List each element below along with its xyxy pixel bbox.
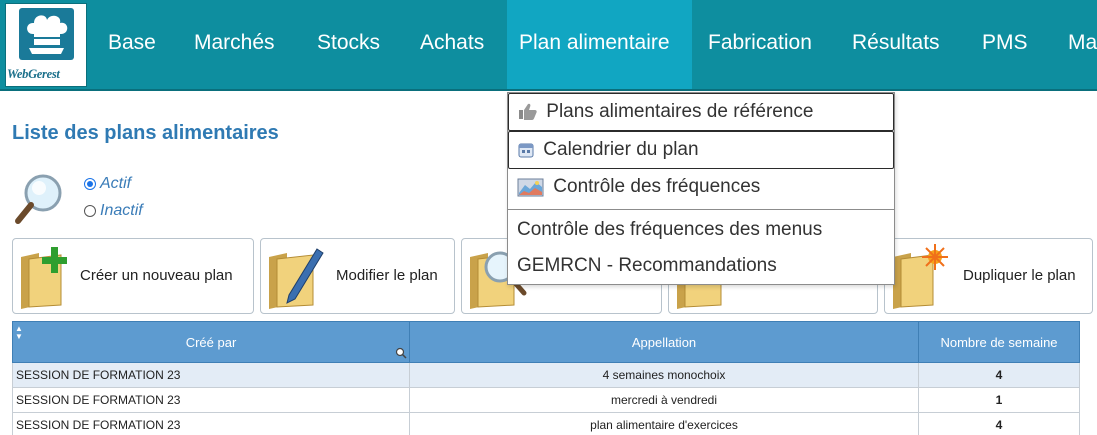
menu-item-label: Plans alimentaires de référence <box>546 101 814 122</box>
webgerest-logo[interactable]: WebGerest <box>5 3 87 87</box>
filter-actif[interactable]: Actif <box>84 175 131 193</box>
cell-semaines: 4 <box>918 412 1080 435</box>
duplicate-plan-label: Dupliquer le plan <box>963 267 1076 284</box>
table-header-row: ▲ ▼ Créé par Appellation Nombre de semain… <box>12 321 1080 363</box>
nav-stocks[interactable]: Stocks <box>317 0 380 89</box>
cell-semaines: 4 <box>918 362 1080 388</box>
nav-plan-alimentaire[interactable]: Plan alimentaire <box>507 0 692 89</box>
nav-fabrication[interactable]: Fabrication <box>708 0 812 89</box>
create-plan-label: Créer un nouveau plan <box>80 267 233 284</box>
menu-item-label: Contrôle des fréquences <box>553 176 761 197</box>
plan-alimentaire-dropdown: Plans alimentaires de référence Calendri… <box>507 92 895 285</box>
menu-item-label: Calendrier du plan <box>543 139 699 160</box>
create-plan-button[interactable]: Créer un nouveau plan <box>12 238 254 314</box>
chef-hat-logo-icon <box>19 8 74 60</box>
radio-inactif[interactable] <box>84 205 96 217</box>
column-search-icon[interactable] <box>395 347 407 359</box>
column-header-nombre-semaine[interactable]: Nombre de semaine <box>918 321 1080 363</box>
folder-duplicate-icon <box>893 244 948 309</box>
menu-item-label: Contrôle des fréquences des menus <box>517 219 823 240</box>
cell-appellation: 4 semaines monochoix <box>409 362 919 388</box>
calendar-icon <box>518 143 534 158</box>
menu-item-label: GEMRCN - Recommandations <box>517 255 777 276</box>
column-header-label: Créé par <box>185 334 237 350</box>
table-row[interactable]: SESSION DE FORMATION 23 plan alimentaire… <box>12 412 1080 435</box>
nav-base[interactable]: Base <box>108 0 156 89</box>
cell-appellation: mercredi à vendredi <box>409 387 919 413</box>
cell-cree-par: SESSION DE FORMATION 23 <box>12 362 410 388</box>
menu-item-controle-frequences[interactable]: Contrôle des fréquences <box>508 169 894 207</box>
menu-item-gemrcn[interactable]: GEMRCN - Recommandations <box>508 248 894 286</box>
filter-inactif[interactable]: Inactif <box>84 202 143 220</box>
nav-resultats[interactable]: Résultats <box>852 0 940 89</box>
magnifier-icon <box>15 174 62 224</box>
folder-add-icon <box>21 247 67 309</box>
radio-actif-label: Actif <box>100 175 132 192</box>
table-row[interactable]: SESSION DE FORMATION 23 mercredi à vendr… <box>12 387 1080 413</box>
cell-cree-par: SESSION DE FORMATION 23 <box>12 387 410 413</box>
nav-pms[interactable]: PMS <box>982 0 1028 89</box>
nav-marches[interactable]: Marchés <box>194 0 275 89</box>
page-title: Liste des plans alimentaires <box>12 122 279 144</box>
column-header-label: Appellation <box>631 334 697 350</box>
logo-text: WebGerest <box>7 67 60 81</box>
menu-item-controle-frequences-menus[interactable]: Contrôle des fréquences des menus <box>508 209 894 249</box>
nav-achats[interactable]: Achats <box>420 0 484 89</box>
chart-image-icon <box>517 178 544 197</box>
thumbs-up-icon <box>519 104 537 121</box>
plans-table: ▲ ▼ Créé par Appellation Nombre de semain… <box>12 321 1080 435</box>
sort-icon[interactable]: ▲ ▼ <box>15 325 23 341</box>
column-header-cree-par[interactable]: ▲ ▼ Créé par <box>12 321 410 363</box>
column-header-label: Nombre de semaine <box>940 334 1058 350</box>
menu-item-calendrier[interactable]: Calendrier du plan <box>508 131 894 169</box>
radio-actif[interactable] <box>84 178 96 190</box>
top-navigation-bar: WebGerest Base Marchés Stocks Achats Pla… <box>0 0 1097 91</box>
edit-plan-label: Modifier le plan <box>336 267 438 284</box>
radio-inactif-label: Inactif <box>100 202 143 219</box>
column-header-appellation[interactable]: Appellation <box>409 321 919 363</box>
edit-plan-button[interactable]: Modifier le plan <box>260 238 455 314</box>
menu-item-plans-reference[interactable]: Plans alimentaires de référence <box>508 93 894 131</box>
nav-more[interactable]: Ma <box>1068 0 1097 89</box>
duplicate-plan-button[interactable]: Dupliquer le plan <box>884 238 1093 314</box>
cell-cree-par: SESSION DE FORMATION 23 <box>12 412 410 435</box>
cell-semaines: 1 <box>918 387 1080 413</box>
cell-appellation: plan alimentaire d'exercices <box>409 412 919 435</box>
folder-edit-icon <box>269 248 324 309</box>
table-row[interactable]: SESSION DE FORMATION 23 4 semaines monoc… <box>12 362 1080 388</box>
